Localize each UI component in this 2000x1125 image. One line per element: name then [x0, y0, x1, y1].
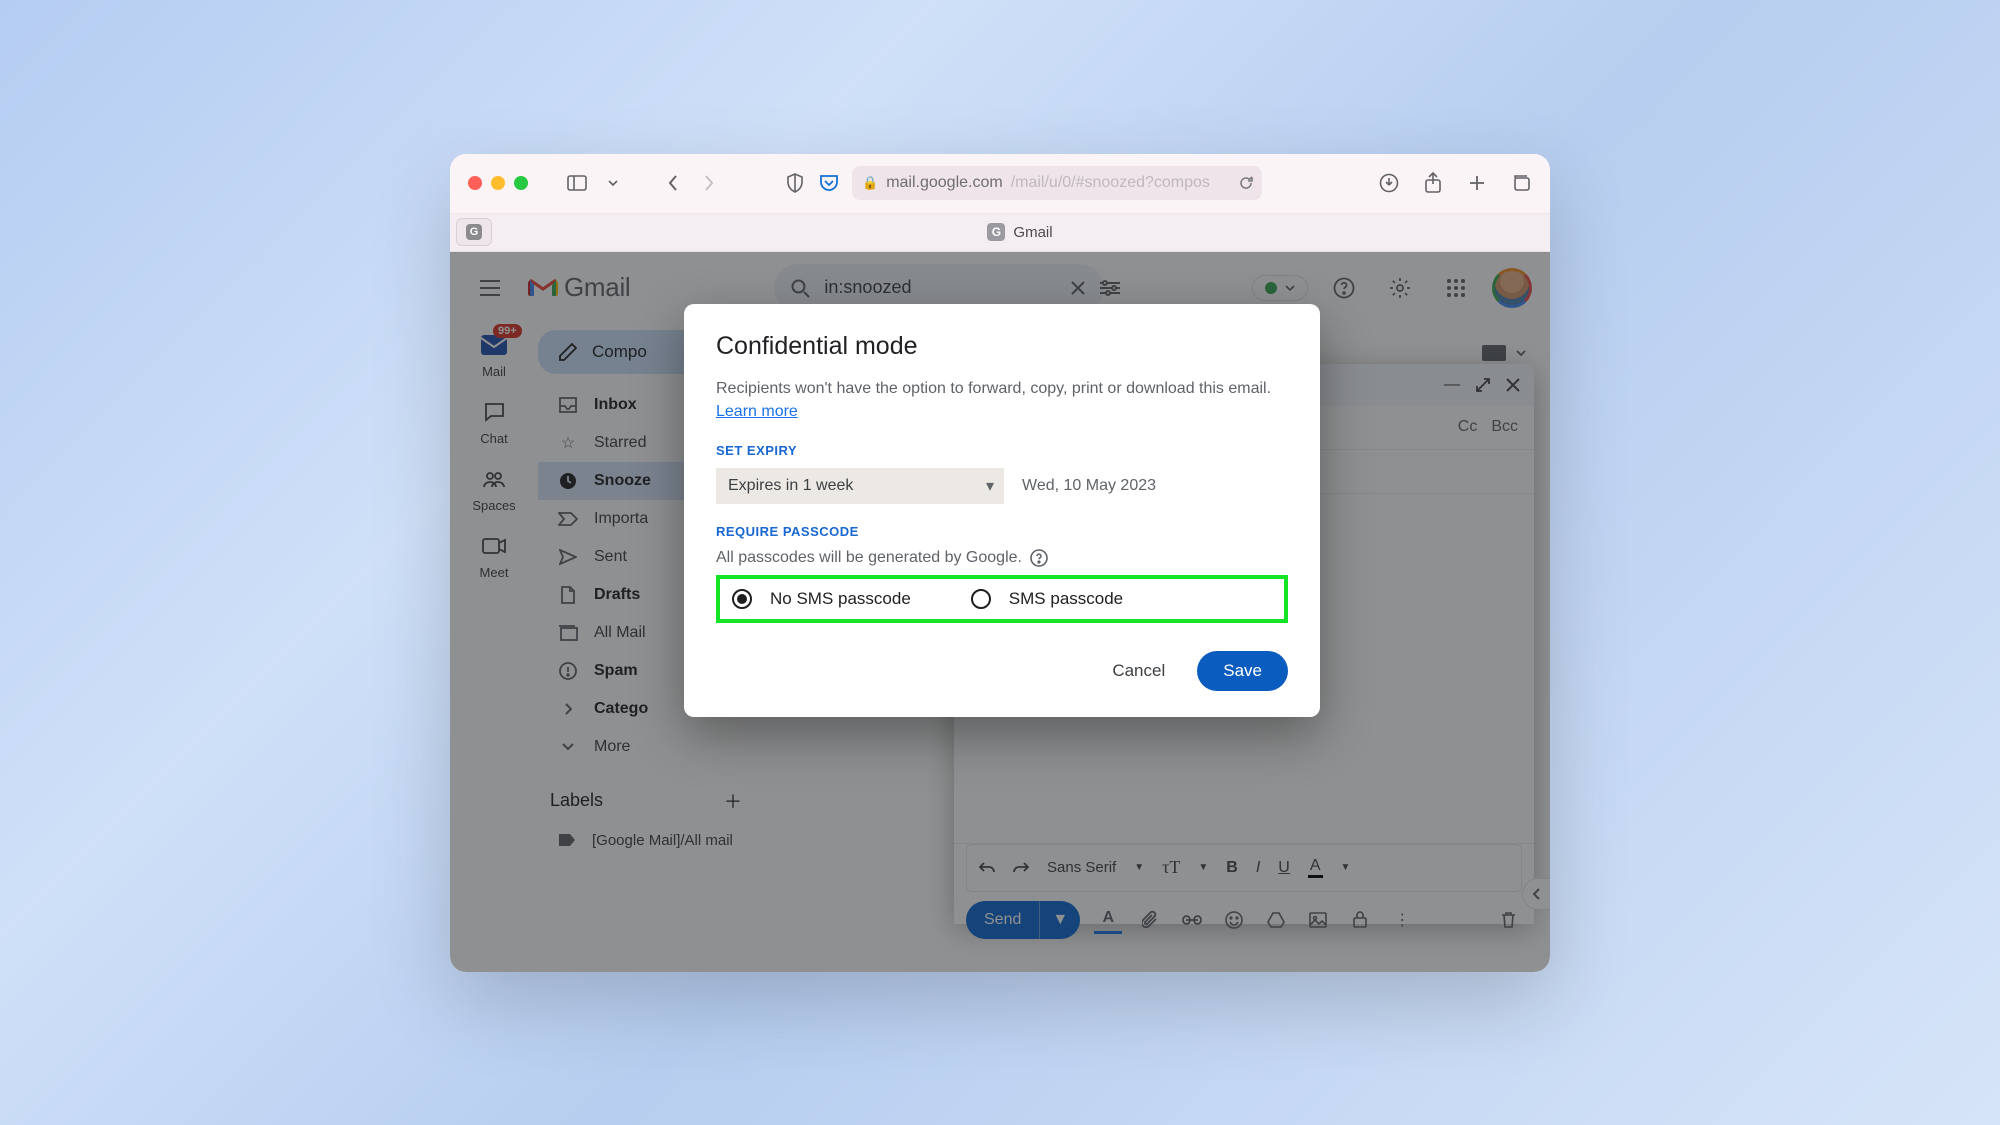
- dialog-description: Recipients won't have the option to forw…: [716, 377, 1288, 423]
- reload-icon[interactable]: [1238, 175, 1254, 191]
- close-window-button[interactable]: [468, 176, 482, 190]
- url-path: /mail/u/0/#snoozed?compos: [1011, 174, 1210, 192]
- browser-window: 🔒 mail.google.com/mail/u/0/#snoozed?comp…: [450, 154, 1550, 972]
- sidebar-toggle-icon[interactable]: [566, 172, 588, 194]
- share-icon[interactable]: [1422, 172, 1444, 194]
- radio-sms-label: SMS passcode: [1009, 589, 1123, 609]
- pinned-tab[interactable]: G: [456, 218, 492, 246]
- set-expiry-label: SET EXPIRY: [716, 443, 1288, 458]
- confidential-mode-dialog: Confidential mode Recipients won't have …: [684, 304, 1320, 717]
- tab-title-text: Gmail: [1013, 224, 1052, 241]
- radio-sms[interactable]: SMS passcode: [971, 589, 1123, 609]
- save-button[interactable]: Save: [1197, 651, 1288, 691]
- downloads-icon[interactable]: [1378, 172, 1400, 194]
- chevron-down-icon[interactable]: [602, 172, 624, 194]
- cancel-button[interactable]: Cancel: [1102, 653, 1175, 689]
- pocket-icon[interactable]: [818, 172, 840, 194]
- gmail-app: Gmail 99+ Mail: [450, 252, 1550, 972]
- favicon-icon: G: [987, 223, 1005, 241]
- tab-overview-icon[interactable]: [1510, 172, 1532, 194]
- url-host: mail.google.com: [886, 174, 1003, 192]
- radio-no-sms-label: No SMS passcode: [770, 589, 911, 609]
- shield-icon[interactable]: [784, 172, 806, 194]
- nav-back-button[interactable]: [662, 172, 684, 194]
- dialog-title: Confidential mode: [716, 332, 1288, 361]
- radio-icon: [732, 589, 752, 609]
- require-passcode-label: REQUIRE PASSCODE: [716, 524, 1288, 539]
- radio-icon: [971, 589, 991, 609]
- caret-down-icon: ▾: [986, 476, 994, 496]
- browser-tabbar: G G Gmail: [450, 214, 1550, 252]
- maximize-window-button[interactable]: [514, 176, 528, 190]
- new-tab-icon[interactable]: [1466, 172, 1488, 194]
- expiry-select[interactable]: Expires in 1 week ▾: [716, 468, 1004, 504]
- nav-forward-button[interactable]: [698, 172, 720, 194]
- help-icon[interactable]: [1030, 549, 1048, 567]
- learn-more-link[interactable]: Learn more: [716, 403, 798, 420]
- lock-icon: 🔒: [862, 175, 878, 191]
- active-tab[interactable]: G Gmail: [496, 223, 1544, 241]
- browser-titlebar: 🔒 mail.google.com/mail/u/0/#snoozed?comp…: [450, 154, 1550, 214]
- address-bar[interactable]: 🔒 mail.google.com/mail/u/0/#snoozed?comp…: [852, 166, 1262, 200]
- expiry-date: Wed, 10 May 2023: [1022, 477, 1156, 495]
- radio-no-sms[interactable]: No SMS passcode: [732, 589, 911, 609]
- passcode-help-text: All passcodes will be generated by Googl…: [716, 549, 1288, 567]
- expiry-value: Expires in 1 week: [728, 477, 853, 495]
- minimize-window-button[interactable]: [491, 176, 505, 190]
- window-controls: [468, 176, 528, 190]
- passcode-radio-group: No SMS passcode SMS passcode: [716, 575, 1288, 623]
